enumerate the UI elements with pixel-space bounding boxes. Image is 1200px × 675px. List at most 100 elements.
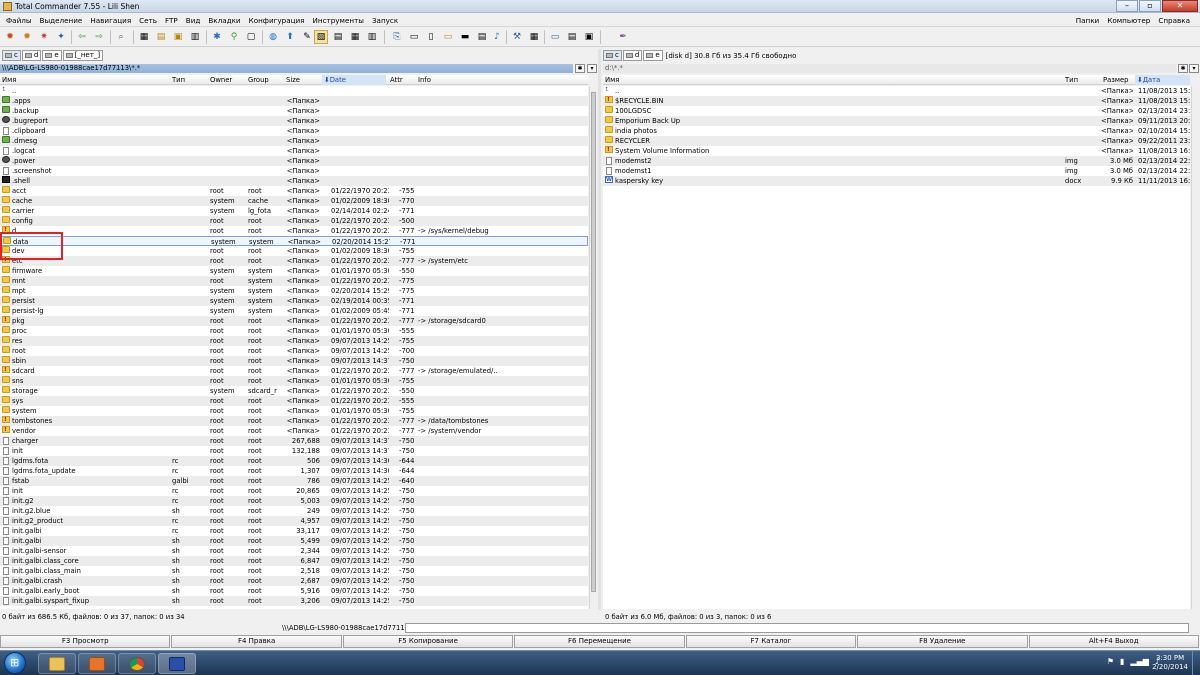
table-row[interactable]: sys root root <Папка> 01/22/1970 20:23 -555 bbox=[0, 396, 588, 406]
table-row[interactable]: charger root root 267,688 09/07/2013 14:37 -7… bbox=[0, 436, 588, 446]
menu-item-9[interactable]: Запуск bbox=[368, 16, 402, 25]
back-icon[interactable]: ⇦ bbox=[75, 30, 89, 44]
table-row[interactable]: cache system cache <Папка> 01/02/2009 18:30-… bbox=[0, 196, 588, 206]
folder-icon[interactable]: ▣ bbox=[171, 30, 185, 44]
menu-item-1[interactable]: Компьютер bbox=[1103, 16, 1154, 25]
unpack-icon[interactable]: ▤ bbox=[154, 30, 168, 44]
table-row[interactable]: root root root <Папка> 09/07/2013 14:25 -700 bbox=[0, 346, 588, 356]
table-row[interactable]: init.galbi.class_core sh root root 6,847 09/0… bbox=[0, 556, 588, 566]
col-size[interactable]: Size bbox=[286, 75, 300, 85]
table-row[interactable]: vendorrootroot<Папка>01/22/1970 20:23-77… bbox=[0, 426, 588, 436]
details-view-icon[interactable]: ▤ bbox=[331, 30, 345, 44]
table-row[interactable]: $RECYCLE.BIN <Папка> 11/08/2013 15:47 bbox=[603, 96, 1190, 106]
col-group[interactable]: Group bbox=[248, 75, 269, 85]
table-row[interactable]: etcrootroot<Папка>01/22/1970 20:23-777->… bbox=[0, 256, 588, 266]
menu-item-1[interactable]: Выделение bbox=[36, 16, 87, 25]
compare-icon[interactable]: ▥ bbox=[188, 30, 202, 44]
right-scrollbar[interactable] bbox=[1191, 86, 1199, 609]
network-icon[interactable]: ✱ bbox=[210, 30, 224, 44]
table-row[interactable]: ⮤.. <Папка> 11/08/2013 15:47 bbox=[603, 86, 1190, 96]
wordpad-icon[interactable]: ▤ bbox=[475, 30, 489, 44]
table-row[interactable]: 100LGDSC <Папка> 02/13/2014 23:36 bbox=[603, 106, 1190, 116]
calc-icon[interactable]: ▦ bbox=[527, 30, 541, 44]
table-row[interactable]: .screenshot <Папка> bbox=[0, 166, 588, 176]
drive-button-0[interactable]: c bbox=[603, 50, 622, 61]
fkey-button-6[interactable]: Alt+F4 Выход bbox=[1028, 635, 1199, 648]
fkey-button-0[interactable]: F3 Просмотр bbox=[0, 635, 171, 648]
drive-button-0[interactable]: c bbox=[2, 50, 21, 61]
drive-button-2[interactable]: e bbox=[643, 50, 663, 61]
table-row[interactable]: init.galbi.crash sh root root 2,687 09/07/201… bbox=[0, 576, 588, 586]
table-row[interactable]: kaspersky key docx 9.9 Кб 11/11/2013 16:36 bbox=[603, 176, 1190, 186]
table-row[interactable]: res root root <Папка> 09/07/2013 14:25 -755 bbox=[0, 336, 588, 346]
web-icon[interactable]: ◍ bbox=[266, 30, 280, 44]
table-row[interactable]: Emporium Back Up <Папка> 09/11/2013 20:35 bbox=[603, 116, 1190, 126]
menu-item-2[interactable]: Справка bbox=[1154, 16, 1194, 25]
forward-icon[interactable]: ⇨ bbox=[92, 30, 106, 44]
table-row[interactable]: .clipboard <Папка> bbox=[0, 126, 588, 136]
plugin-icon[interactable]: ✒ bbox=[616, 30, 630, 44]
right-file-list[interactable]: ⮤.. <Папка> 11/08/2013 15:47 $RECYCLE.BIN <П… bbox=[603, 86, 1190, 609]
col-type[interactable]: Тип bbox=[1065, 75, 1078, 85]
minimize-button[interactable]: – bbox=[1116, 0, 1138, 12]
start-button[interactable]: ⊞ bbox=[4, 652, 26, 674]
command-input[interactable] bbox=[405, 623, 1189, 633]
tools-icon[interactable]: ⚒ bbox=[510, 30, 524, 44]
table-row[interactable]: lgdms.fota rc root root 506 09/07/2013 14:30-… bbox=[0, 456, 588, 466]
table-row[interactable]: init.g2_product rc root root 4,957 09/07/2013… bbox=[0, 516, 588, 526]
table-row[interactable]: .backup <Папка> bbox=[0, 106, 588, 116]
table-row[interactable]: init.galbi.syspart_fixup sh root root 3,206 0… bbox=[0, 596, 588, 606]
edit-icon[interactable]: ✎ bbox=[300, 30, 314, 44]
table-row[interactable]: modemst2 img 3.0 Мб 02/13/2014 22:20 bbox=[603, 156, 1190, 166]
col-name[interactable]: Имя bbox=[2, 75, 16, 85]
tree-view-icon[interactable]: ▥ bbox=[365, 30, 379, 44]
maximize-button[interactable]: ▫ bbox=[1139, 0, 1161, 12]
fkey-button-2[interactable]: F5 Копирование bbox=[342, 635, 514, 648]
drive-button-3[interactable]: [_нет_] bbox=[62, 50, 104, 61]
table-row[interactable]: pkgrootroot<Папка>01/22/1970 20:23-777->… bbox=[0, 316, 588, 326]
table-row[interactable]: system root root <Папка> 01/01/1970 05:30 -75… bbox=[0, 406, 588, 416]
menu-item-8[interactable]: Инструменты bbox=[309, 16, 368, 25]
table-row[interactable]: sbin root root <Папка> 09/07/2013 14:37 -750 bbox=[0, 356, 588, 366]
table-row[interactable]: dev root root <Папка> 01/02/2009 18:30 -755 bbox=[0, 246, 588, 256]
brief-view-icon[interactable]: ▧ bbox=[314, 30, 328, 44]
menu-item-2[interactable]: Навигация bbox=[86, 16, 135, 25]
flag-icon[interactable]: ⚑ bbox=[1107, 657, 1114, 666]
notepad-icon[interactable]: ▭ bbox=[407, 30, 421, 44]
tree-icon[interactable]: ⚲ bbox=[227, 30, 241, 44]
left-hotlist-button[interactable]: ▾ bbox=[587, 64, 597, 73]
table-row[interactable]: sdcardrootroot<Папка>01/22/1970 20:23-77… bbox=[0, 366, 588, 376]
col-date[interactable]: ⬇Дата bbox=[1135, 75, 1190, 85]
upload-icon[interactable]: ⬆ bbox=[283, 30, 297, 44]
explorer-icon[interactable]: ▯ bbox=[424, 30, 438, 44]
table-row[interactable]: .power <Папка> bbox=[0, 156, 588, 166]
table-row[interactable]: india photos <Папка> 02/10/2014 15:11 bbox=[603, 126, 1190, 136]
table-row[interactable]: sns root root <Папка> 01/01/1970 05:30 -755 bbox=[0, 376, 588, 386]
table-row[interactable]: acct root root <Папка> 01/22/1970 20:23 -755 bbox=[0, 186, 588, 196]
table-row[interactable]: ⮤.. bbox=[0, 86, 588, 96]
col-date[interactable]: ⬇Date bbox=[322, 75, 386, 85]
table-row[interactable]: init.galbi.early_boot sh root root 5,916 09/0… bbox=[0, 586, 588, 596]
table-row[interactable]: init.galbi sh root root 5,499 09/07/2013 14:2… bbox=[0, 536, 588, 546]
sync-icon[interactable]: ✷ bbox=[37, 30, 51, 44]
col-owner[interactable]: Owner bbox=[210, 75, 232, 85]
taskbar-chrome[interactable] bbox=[118, 653, 156, 674]
col-type[interactable]: Тип bbox=[172, 75, 185, 85]
table-row[interactable]: .apps <Папка> bbox=[0, 96, 588, 106]
table-row[interactable]: mpt system system <Папка> 02/20/2014 15:29 -7… bbox=[0, 286, 588, 296]
table-row[interactable]: .logcat <Папка> bbox=[0, 146, 588, 156]
drive-button-1[interactable]: d bbox=[622, 50, 643, 61]
drive-button-1[interactable]: d bbox=[21, 50, 42, 61]
table-row[interactable]: init.galbi rc root root 33,117 09/07/2013 14:… bbox=[0, 526, 588, 536]
clock[interactable]: 3:30 PM 2/20/2014 bbox=[1152, 654, 1188, 672]
table-row[interactable]: mnt root system <Папка> 01/22/1970 20:23 -775 bbox=[0, 276, 588, 286]
image-icon[interactable]: ▣ bbox=[582, 30, 596, 44]
cmd-icon[interactable]: ▬ bbox=[458, 30, 472, 44]
panel-splitter[interactable] bbox=[598, 49, 601, 610]
search-icon[interactable]: ⌕ bbox=[114, 30, 128, 44]
table-row[interactable]: init.g2.blue sh root root 249 09/07/2013 14:2… bbox=[0, 506, 588, 516]
network-tray-icon[interactable]: ▮ bbox=[1120, 657, 1124, 666]
table-row[interactable]: RECYCLER <Папка> 09/22/2011 23:30 bbox=[603, 136, 1190, 146]
col-info[interactable]: Info bbox=[418, 75, 431, 85]
left-scrollbar[interactable] bbox=[589, 86, 597, 609]
